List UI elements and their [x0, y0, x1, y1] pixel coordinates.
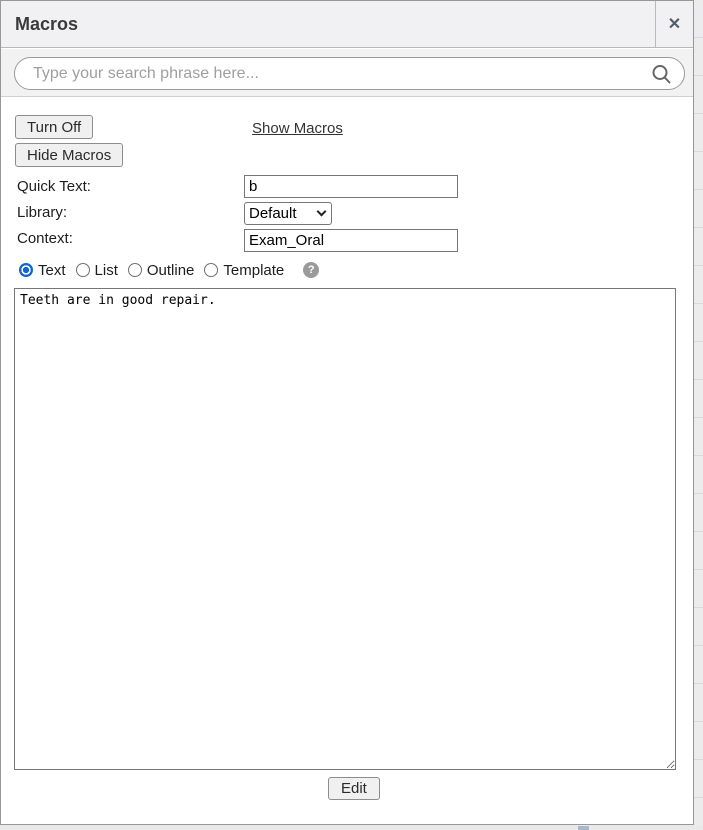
background-page-sliver — [694, 0, 703, 830]
dialog-title: Macros — [15, 1, 78, 47]
radio-list[interactable] — [76, 263, 90, 277]
radio-outline[interactable] — [128, 263, 142, 277]
quick-text-input[interactable] — [244, 175, 458, 198]
page: Macros ✕ Turn Off Show Macros Hide Macro… — [0, 0, 703, 830]
radio-list-label: List — [95, 262, 118, 279]
radio-outline-label: Outline — [147, 262, 195, 279]
context-input[interactable] — [244, 229, 458, 252]
close-button[interactable]: ✕ — [655, 1, 693, 47]
search-icon[interactable] — [650, 63, 673, 92]
radio-text-label: Text — [38, 262, 66, 279]
edit-button[interactable]: Edit — [328, 777, 380, 800]
library-select-wrap: Default — [244, 202, 332, 225]
library-select[interactable]: Default — [244, 202, 332, 225]
show-macros-link[interactable]: Show Macros — [252, 120, 343, 137]
radio-template-label: Template — [223, 262, 284, 279]
search-box[interactable] — [14, 57, 685, 90]
radio-text[interactable] — [19, 263, 33, 277]
background-page-bottom — [0, 825, 703, 830]
dialog-titlebar: Macros ✕ — [1, 1, 693, 48]
hide-macros-button[interactable]: Hide Macros — [15, 143, 123, 167]
close-icon: ✕ — [668, 14, 681, 34]
library-label: Library: — [17, 204, 67, 221]
help-icon[interactable]: ? — [303, 262, 319, 278]
macros-dialog: Macros ✕ Turn Off Show Macros Hide Macro… — [0, 0, 694, 825]
macro-content-textarea[interactable]: Teeth are in good repair. — [14, 288, 676, 770]
turn-off-button[interactable]: Turn Off — [15, 115, 93, 139]
radio-template[interactable] — [204, 263, 218, 277]
quick-text-label: Quick Text: — [17, 178, 91, 195]
help-glyph: ? — [308, 264, 315, 276]
search-input[interactable] — [33, 60, 643, 87]
context-label: Context: — [17, 230, 73, 247]
background-artifact — [578, 826, 589, 830]
macro-type-selector: Text List Outline Template ? — [19, 261, 319, 279]
search-section — [1, 49, 693, 97]
